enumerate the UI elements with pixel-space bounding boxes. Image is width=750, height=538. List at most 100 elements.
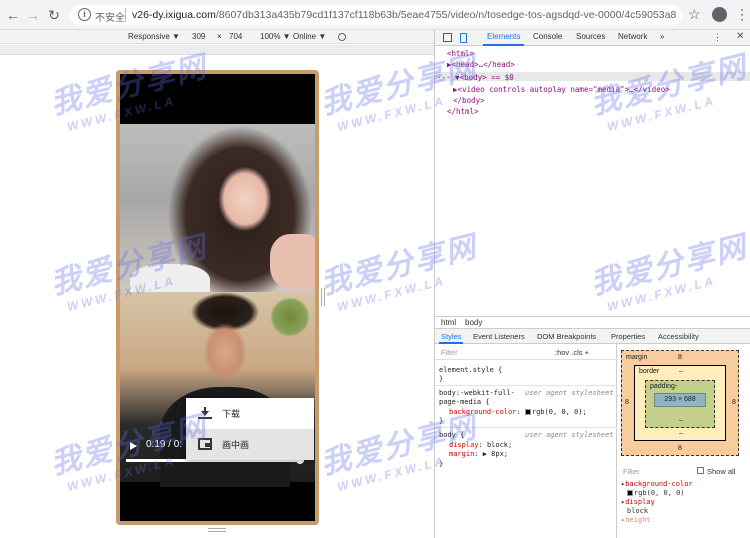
info-icon[interactable]: i — [78, 8, 91, 21]
property-value: block; — [486, 441, 513, 449]
network-select[interactable]: Online ▼ — [293, 32, 326, 41]
margin-left-value[interactable]: 8 — [625, 399, 629, 406]
styles-subtabs: Styles Event Listeners DOM Breakpoints P… — [435, 328, 750, 344]
rule2-declaration[interactable]: margin: ▶ 8px; — [449, 450, 508, 458]
back-arrow-icon[interactable]: ← — [4, 6, 22, 24]
tab-console[interactable]: Console — [533, 32, 562, 41]
close-icon[interactable]: ✕ — [736, 31, 744, 42]
styles-pane: Filter :hov .cls + element.style { } bod… — [435, 344, 617, 538]
separator — [125, 8, 126, 22]
element-style-rule[interactable]: element.style { — [439, 366, 502, 374]
menu-item-label: 下载 — [222, 409, 241, 419]
tab-network[interactable]: Network — [618, 32, 647, 41]
resize-handle-right[interactable] — [321, 288, 325, 306]
video-player[interactable]: 0:19 / 0: 下载 画中画 — [120, 74, 315, 521]
width-input[interactable]: 309 — [192, 32, 205, 41]
computed-property[interactable]: ▸display — [621, 498, 655, 506]
styles-filter-input[interactable]: Filter — [441, 348, 458, 357]
video-hand — [270, 234, 315, 289]
show-all-checkbox[interactable] — [697, 467, 704, 474]
dom-node[interactable]: </html> — [447, 107, 479, 116]
box-model-border: border – padding- 293 × 688 – – — [634, 365, 726, 441]
hov-cls-buttons[interactable]: :hov .cls + — [555, 348, 589, 357]
breadcrumb: html body — [435, 316, 750, 328]
tab-properties[interactable]: Properties — [611, 332, 645, 341]
box-model-padding: padding- 293 × 688 – — [645, 380, 715, 428]
show-all-label: Show all — [707, 467, 736, 476]
dom-node[interactable]: ▶<video controls autoplay name="media">…… — [453, 85, 670, 94]
rule2-source: user agent stylesheet — [525, 431, 614, 439]
padding-bottom-value[interactable]: – — [679, 417, 683, 424]
computed-property[interactable]: ▸background-color — [621, 480, 693, 488]
crumb-html[interactable]: html — [441, 318, 456, 327]
forward-arrow-icon[interactable]: → — [24, 6, 42, 24]
computed-value: rgb(0, 0, 0) — [627, 489, 685, 497]
source-text: user agent stylesheet — [525, 431, 614, 439]
rule-close: } — [439, 375, 444, 383]
video-plant — [270, 297, 310, 337]
tab-accessibility[interactable]: Accessibility — [658, 332, 699, 341]
margin-top-value[interactable]: 8 — [678, 354, 682, 361]
rule2-declaration[interactable]: display: block; — [449, 441, 512, 449]
border-label: border — [639, 368, 660, 375]
reload-icon[interactable]: ↻ — [45, 6, 63, 24]
tab-sources[interactable]: Sources — [576, 32, 605, 41]
dom-node[interactable]: </body> — [453, 96, 485, 105]
tab-styles[interactable]: Styles — [438, 332, 464, 344]
box-model-content[interactable]: 293 × 688 — [654, 393, 706, 407]
dom-node[interactable]: <html> — [447, 49, 474, 58]
browser-toolbar: ← → ↻ i 不安全 v26-dy.ixigua.com/8607db313a… — [0, 0, 750, 30]
computed-property[interactable]: ▸height — [621, 516, 651, 524]
border-top-value[interactable]: – — [679, 368, 683, 375]
tab-elements[interactable]: Elements — [482, 32, 525, 46]
address-bar[interactable]: i 不安全 v26-dy.ixigua.com/8607db313a435b79… — [70, 5, 682, 25]
insecure-label: 不安全 — [95, 13, 125, 24]
rotate-icon[interactable] — [338, 33, 346, 41]
property-name: margin — [449, 450, 475, 458]
property-value: rgb(0, 0, 0); — [531, 408, 587, 416]
property-name: background-color — [449, 408, 517, 416]
dom-node-selected[interactable]: ··· ▼<body> == $0 — [437, 73, 514, 82]
browser-menu-icon[interactable]: ⋮ — [735, 6, 749, 22]
rule1-declaration[interactable]: background-color: rgb(0, 0, 0); — [449, 408, 587, 416]
rule-close: } — [439, 460, 444, 468]
zoom-select[interactable]: 100% ▼ — [260, 32, 291, 41]
dom-node[interactable]: ▶<head>…</head> — [447, 60, 515, 69]
computed-pane: Filter Show all ▸background-color rgb(0,… — [617, 464, 750, 538]
margin-right-value[interactable]: 8 — [732, 399, 736, 406]
menu-item-download[interactable]: 下载 — [186, 398, 314, 429]
property-name: height — [625, 516, 651, 524]
computed-filter-input[interactable]: Filter — [623, 467, 640, 476]
tab-event-listeners[interactable]: Event Listeners — [473, 332, 525, 341]
bookmark-star-icon[interactable]: ☆ — [688, 6, 701, 23]
device-select[interactable]: Responsive ▼ — [128, 32, 180, 41]
color-swatch — [627, 490, 633, 496]
device-mode-icon[interactable] — [460, 33, 467, 43]
height-input[interactable]: 704 — [229, 32, 242, 41]
device-frame: 0:19 / 0: 下载 画中画 — [116, 70, 319, 525]
profile-avatar-icon[interactable] — [712, 7, 727, 22]
inspect-element-icon[interactable] — [443, 33, 452, 42]
more-tabs-button[interactable]: » — [660, 32, 664, 41]
time-display: 0:19 / 0: — [146, 439, 183, 450]
download-icon — [198, 407, 212, 419]
divider — [435, 427, 617, 428]
margin-bottom-value[interactable]: 8 — [678, 445, 682, 452]
property-name: display — [625, 498, 655, 506]
border-bottom-value[interactable]: – — [679, 430, 683, 437]
rule1-selector-cont: page-media { — [439, 398, 490, 406]
menu-item-picture-in-picture[interactable]: 画中画 — [186, 429, 314, 460]
crumb-body[interactable]: body — [465, 318, 482, 327]
url-path: /8607db313a435b79cd1f137cf118b63b/5eae47… — [215, 9, 677, 21]
color-swatch[interactable] — [524, 409, 531, 415]
url-text[interactable]: v26-dy.ixigua.com/8607db313a435b79cd1f13… — [132, 9, 677, 21]
devtools-tabs: Elements Console Sources Network » ⋮ ✕ — [435, 30, 750, 46]
property-value: rgb(0, 0, 0) — [634, 489, 685, 497]
devtools-menu-icon[interactable]: ⋮ — [713, 32, 722, 43]
picture-in-picture-icon — [198, 438, 212, 450]
tab-dom-breakpoints[interactable]: DOM Breakpoints — [537, 332, 596, 341]
times-sign: × — [217, 32, 222, 41]
divider — [435, 385, 617, 386]
resize-handle-bottom[interactable] — [208, 528, 226, 532]
play-icon[interactable] — [130, 442, 137, 450]
